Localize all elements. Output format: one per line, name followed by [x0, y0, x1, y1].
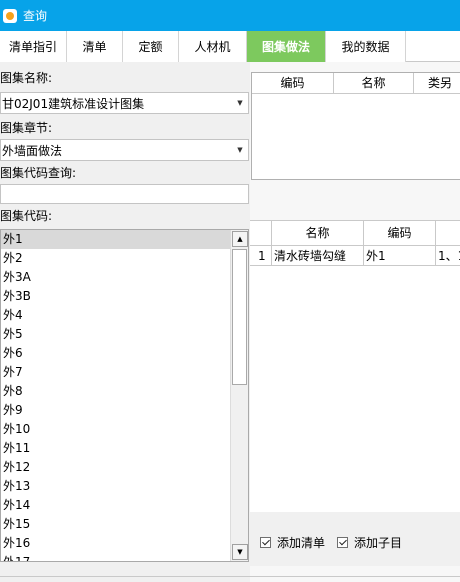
arrow-down-icon[interactable]: ▼: [232, 544, 248, 560]
column-header-name[interactable]: 名称: [272, 221, 364, 246]
add-list-checkbox[interactable]: 添加清单: [260, 534, 325, 551]
tab-my-data[interactable]: 我的数据: [326, 31, 406, 62]
add-sub-label[interactable]: 添加子目: [354, 534, 402, 551]
list-item[interactable]: 外17: [1, 553, 230, 561]
atlas-name-select[interactable]: 甘02J01建筑标准设计图集 ▼: [0, 92, 249, 114]
chapter-value: 外墙面做法: [2, 143, 63, 158]
row-code[interactable]: 外1: [364, 246, 436, 266]
list-item[interactable]: 外14: [1, 496, 230, 515]
column-header-extra[interactable]: [436, 221, 460, 246]
list-item[interactable]: 外8: [1, 382, 230, 401]
code-list[interactable]: 外1 外2 外3A 外3B 外4 外5 外6 外7 外8 外9 外10 外11 …: [0, 229, 249, 562]
list-item[interactable]: 外11: [1, 439, 230, 458]
divider: [0, 576, 460, 577]
add-sub-checkbox[interactable]: 添加子目: [337, 534, 402, 551]
row-index[interactable]: 1: [250, 246, 272, 266]
code-list-label: 图集代码:: [0, 209, 53, 223]
tab-bar: 清单指引 清单 定额 人材机 图集做法 我的数据: [0, 31, 460, 62]
left-panel: 图集名称: 甘02J01建筑标准设计图集 ▼ 图集章节: 外墙面做法 ▼ 图集代…: [0, 62, 250, 582]
tab-atlas-method[interactable]: 图集做法: [247, 31, 326, 62]
tab-bill-guide[interactable]: 清单指引: [0, 31, 67, 62]
list-item[interactable]: 外10: [1, 420, 230, 439]
column-header-category[interactable]: 类另: [414, 73, 460, 94]
list-item[interactable]: 外3B: [1, 287, 230, 306]
list-item[interactable]: 外15: [1, 515, 230, 534]
row-name[interactable]: 清水砖墙勾缝: [272, 246, 364, 266]
list-item[interactable]: 外5: [1, 325, 230, 344]
right-panel: 编码 名称 类另 名称 编码 1 清水砖墙勾缝 外1 1、1 添加清单 添加子目: [250, 62, 460, 582]
window-title: 查询: [23, 9, 48, 23]
tab-quota[interactable]: 定额: [123, 31, 179, 62]
tab-labor-material[interactable]: 人材机: [179, 31, 247, 62]
arrow-up-icon[interactable]: ▲: [232, 231, 248, 247]
chapter-select[interactable]: 外墙面做法 ▼: [0, 139, 249, 161]
atlas-grid[interactable]: 编码 名称 类另: [251, 72, 460, 180]
column-header-code[interactable]: 编码: [364, 221, 436, 246]
row-extra[interactable]: 1、1: [436, 246, 460, 266]
add-list-label[interactable]: 添加清单: [277, 534, 325, 551]
scrollbar-thumb[interactable]: [232, 249, 247, 385]
chevron-down-icon[interactable]: ▼: [232, 146, 248, 154]
column-header-code[interactable]: 编码: [252, 73, 334, 94]
list-item[interactable]: 外6: [1, 344, 230, 363]
options-bar: 添加清单 添加子目: [250, 512, 460, 566]
list-item[interactable]: 外4: [1, 306, 230, 325]
chevron-down-icon[interactable]: ▼: [232, 99, 248, 107]
column-header-index: [250, 221, 272, 246]
list-item[interactable]: 外9: [1, 401, 230, 420]
list-item[interactable]: 外3A: [1, 268, 230, 287]
list-item[interactable]: 外1: [1, 230, 230, 249]
method-grid[interactable]: 名称 编码 1 清水砖墙勾缝 外1 1、1: [250, 220, 460, 512]
column-header-name[interactable]: 名称: [334, 73, 414, 94]
checkbox-checked-icon[interactable]: [337, 537, 348, 548]
list-item[interactable]: 外13: [1, 477, 230, 496]
atlas-name-label: 图集名称:: [0, 71, 53, 85]
list-item[interactable]: 外12: [1, 458, 230, 477]
list-item[interactable]: 外2: [1, 249, 230, 268]
list-item[interactable]: 外16: [1, 534, 230, 553]
code-search-label: 图集代码查询:: [0, 166, 77, 180]
title-bar: 查询: [0, 0, 460, 31]
code-search-input[interactable]: [0, 184, 249, 204]
list-item[interactable]: 外7: [1, 363, 230, 382]
checkbox-checked-icon[interactable]: [260, 537, 271, 548]
code-list-scrollbar[interactable]: ▲ ▼: [230, 230, 248, 561]
chapter-label: 图集章节:: [0, 121, 53, 135]
atlas-name-value: 甘02J01建筑标准设计图集: [2, 96, 145, 111]
app-logo-icon: [3, 8, 17, 23]
tab-bill[interactable]: 清单: [67, 31, 123, 62]
